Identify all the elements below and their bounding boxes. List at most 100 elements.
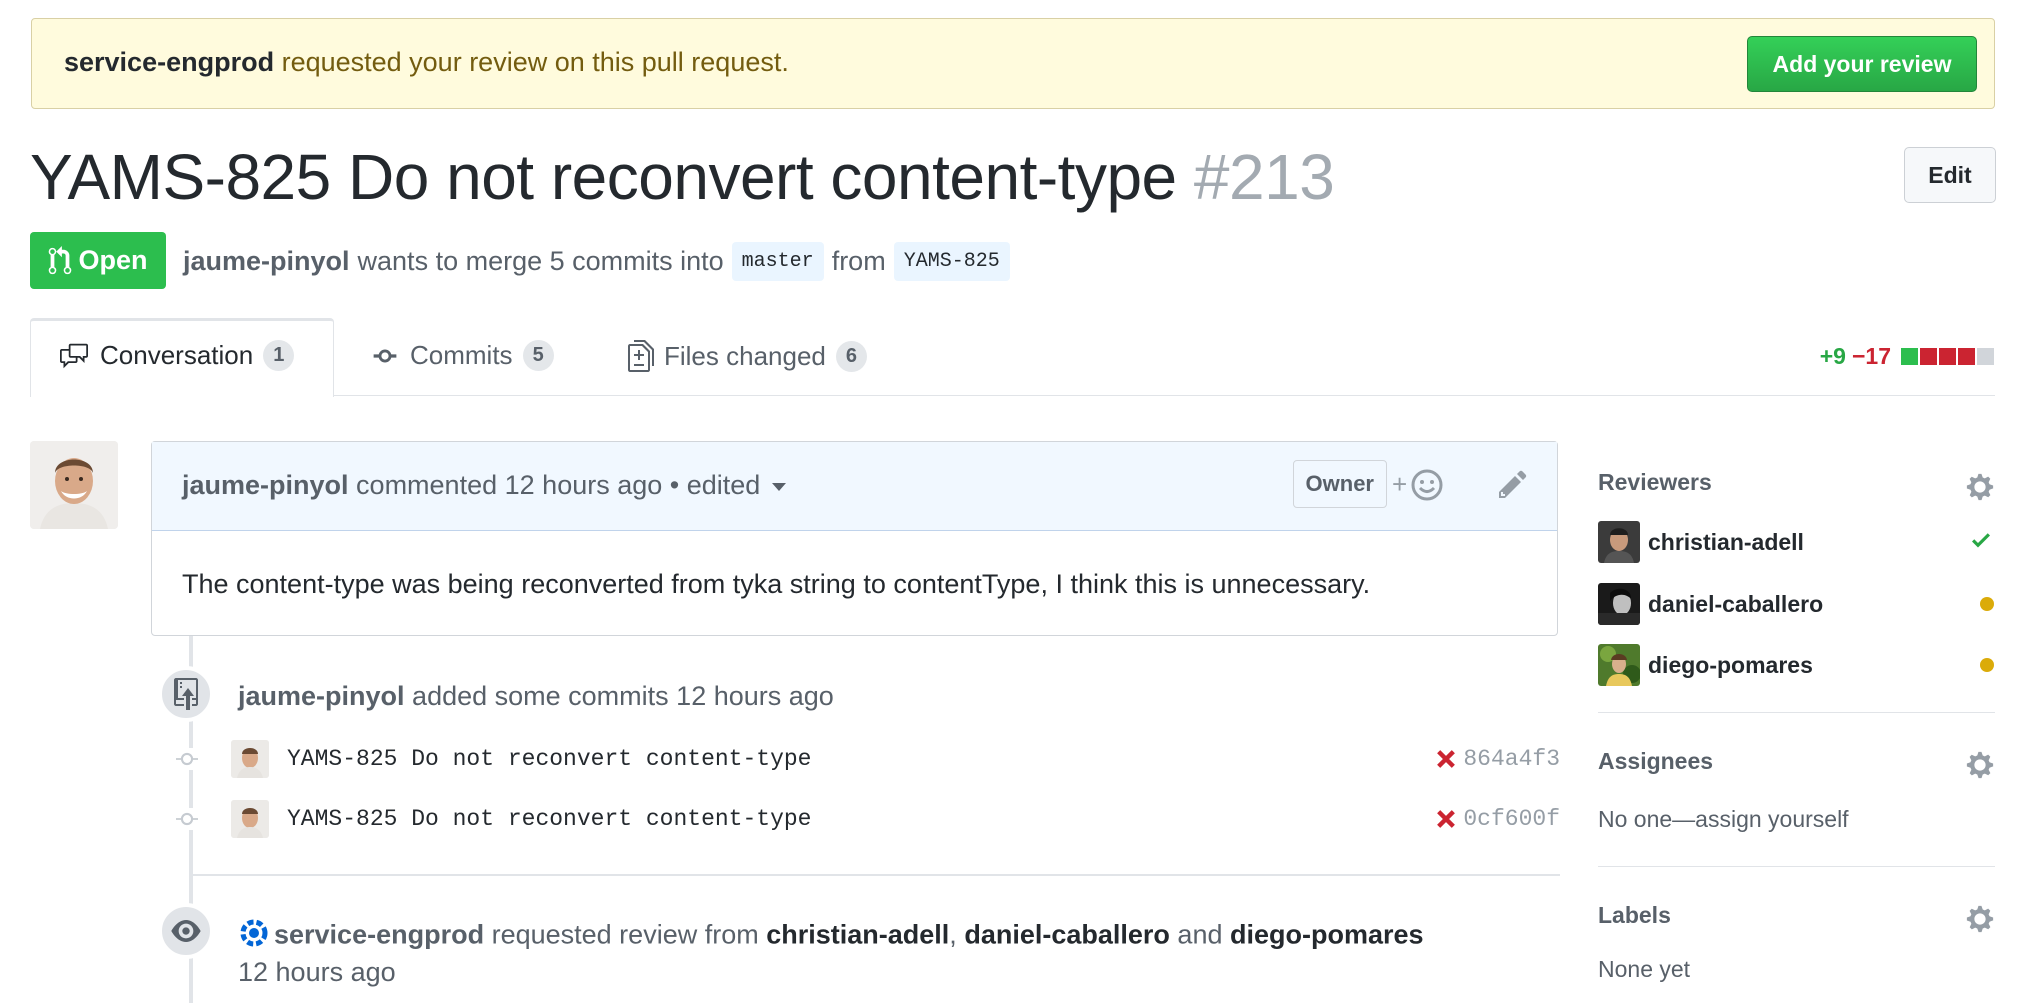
x-icon[interactable]: [1435, 808, 1457, 830]
avatar[interactable]: [1598, 583, 1640, 625]
commit-sha[interactable]: 864a4f3: [1435, 746, 1560, 772]
pending-dot-icon: [1980, 597, 1994, 611]
pr-title: YAMS-825 Do not reconvert content-type #…: [30, 140, 1335, 214]
assign-yourself-link[interactable]: No one—assign yourself: [1598, 806, 1849, 833]
reviewer-row[interactable]: christian-adell: [1598, 520, 1996, 564]
svg-text:+: +: [1392, 469, 1407, 499]
reviewer-name[interactable]: christian-adell: [1648, 529, 1804, 556]
state-badge: Open: [30, 232, 166, 289]
comment-box: jaume-pinyol commented 12 hours ago • ed…: [151, 441, 1558, 636]
pr-meta: jaume-pinyol wants to merge 5 commits in…: [183, 242, 1010, 281]
tab-commits-count: 5: [522, 340, 554, 371]
commit-row[interactable]: YAMS-825 Do not reconvert content-type 8…: [176, 734, 1560, 784]
avatar[interactable]: [1598, 521, 1640, 563]
commits-event-author[interactable]: jaume-pinyol: [238, 681, 405, 711]
diffstat-block: [1939, 348, 1956, 365]
review-event-time[interactable]: 12 hours ago: [238, 957, 396, 988]
sidebar-divider: [1598, 866, 1995, 867]
merge-text: wants to merge 5 commits into: [357, 246, 724, 276]
tab-files-changed-label: Files changed: [664, 340, 826, 371]
commits-event-text: jaume-pinyol added some commits 12 hours…: [238, 681, 834, 712]
edited-dropdown[interactable]: • edited: [670, 470, 761, 500]
labels-heading[interactable]: Labels: [1598, 902, 1671, 929]
tab-files-changed-count: 6: [835, 340, 868, 372]
commit-dot-icon: [176, 808, 198, 830]
pr-number: #213: [1193, 141, 1335, 213]
gear-icon[interactable]: [1965, 904, 1995, 939]
comment-header: jaume-pinyol commented 12 hours ago • ed…: [152, 442, 1557, 531]
diffstat[interactable]: +9 −17: [1820, 343, 1994, 370]
review-event-reviewer[interactable]: diego-pomares: [1230, 920, 1424, 950]
diffstat-block: [1901, 348, 1918, 365]
review-event-text: service-engprod requested review from ch…: [238, 917, 1424, 956]
avatar[interactable]: [30, 441, 118, 529]
pr-title-text: YAMS-825 Do not reconvert content-type: [30, 141, 1177, 213]
check-icon: [1968, 528, 1994, 557]
commit-message[interactable]: YAMS-825 Do not reconvert content-type: [287, 806, 812, 832]
diffstat-additions: +9: [1819, 343, 1846, 369]
comment-discussion-icon: [60, 343, 88, 368]
gear-icon[interactable]: [1965, 472, 1995, 507]
add-review-button[interactable]: Add your review: [1747, 36, 1977, 92]
commit-row[interactable]: YAMS-825 Do not reconvert content-type 0…: [176, 794, 1560, 844]
assignees-heading[interactable]: Assignees: [1598, 748, 1713, 775]
review-event-action: requested review from: [491, 919, 759, 950]
review-event-comma: ,: [949, 919, 957, 950]
reviewer-name[interactable]: diego-pomares: [1648, 652, 1813, 679]
x-icon[interactable]: [1435, 748, 1457, 770]
banner-message: service-engprod requested your review on…: [64, 47, 789, 78]
tab-conversation-label: Conversation: [100, 340, 254, 370]
commit-message[interactable]: YAMS-825 Do not reconvert content-type: [287, 746, 812, 772]
diffstat-blocks: [1901, 348, 1994, 365]
pr-author[interactable]: jaume-pinyol: [183, 246, 350, 277]
reviewer-name[interactable]: daniel-caballero: [1648, 591, 1823, 618]
comment-author[interactable]: jaume-pinyol: [182, 470, 349, 500]
commit-sha[interactable]: 0cf600f: [1435, 806, 1560, 832]
diffstat-deletions: −17: [1851, 343, 1891, 369]
author-avatar-image: [30, 441, 118, 529]
tab-files-changed[interactable]: Files changed 6: [628, 340, 868, 372]
repo-push-icon: [174, 678, 198, 710]
banner-text: requested your review on this pull reque…: [274, 47, 789, 77]
pending-dot-icon: [1980, 658, 1994, 672]
comment-time[interactable]: 12 hours ago: [505, 470, 663, 500]
banner-requester[interactable]: service-engprod: [64, 47, 274, 77]
tab-commits-label: Commits: [410, 340, 513, 370]
commit-sha-text[interactable]: 0cf600f: [1463, 806, 1560, 832]
owner-badge: Owner: [1292, 460, 1387, 508]
reviewers-heading[interactable]: Reviewers: [1598, 469, 1712, 496]
commits-event-time[interactable]: 12 hours ago: [676, 681, 834, 711]
reviewer-row[interactable]: diego-pomares: [1598, 643, 1996, 687]
diffstat-block: [1958, 348, 1975, 365]
bot-avatar-icon[interactable]: [238, 917, 270, 956]
tab-commits[interactable]: Commits 5: [370, 340, 554, 371]
gear-icon[interactable]: [1965, 750, 1995, 785]
add-reaction-icon[interactable]: +: [1392, 466, 1448, 509]
comment-header-text: jaume-pinyol commented 12 hours ago • ed…: [182, 470, 786, 501]
commit-avatar[interactable]: [231, 740, 269, 778]
timeline-separator: [189, 874, 1560, 876]
review-request-banner: service-engprod requested your review on…: [31, 18, 1995, 109]
from-text: from: [831, 246, 886, 276]
eye-icon: [171, 920, 201, 942]
review-event-actor[interactable]: service-engprod: [274, 920, 484, 950]
commit-dot-icon: [176, 748, 198, 770]
comment-action: commented: [356, 470, 498, 500]
reviewer-row[interactable]: daniel-caballero: [1598, 582, 1996, 626]
review-event-and: and: [1177, 919, 1223, 950]
avatar[interactable]: [1598, 644, 1640, 686]
head-branch[interactable]: YAMS-825: [893, 242, 1010, 281]
sidebar-divider: [1598, 712, 1995, 713]
triangle-down-icon[interactable]: [771, 482, 786, 491]
edit-button[interactable]: Edit: [1904, 147, 1996, 203]
commit-sha-text[interactable]: 864a4f3: [1463, 746, 1560, 772]
review-event-reviewer[interactable]: christian-adell: [766, 920, 949, 950]
repo-push-badge: [158, 666, 214, 722]
review-event-reviewer[interactable]: daniel-caballero: [964, 920, 1170, 950]
comment-body: The content-type was being reconverted f…: [182, 569, 1371, 599]
git-commit-icon: [373, 349, 397, 362]
pencil-icon[interactable]: [1497, 468, 1529, 505]
commit-avatar[interactable]: [231, 800, 269, 838]
base-branch[interactable]: master: [731, 242, 824, 281]
tab-conversation[interactable]: Conversation 1: [58, 340, 295, 371]
